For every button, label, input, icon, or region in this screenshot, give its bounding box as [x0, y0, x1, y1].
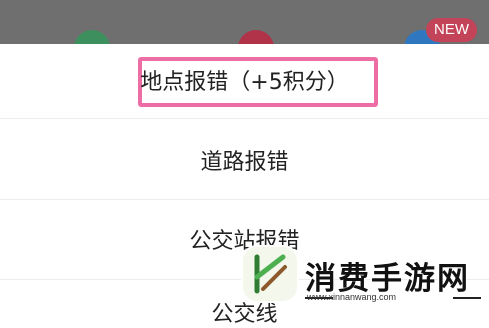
divider — [0, 118, 489, 119]
menu-item-road-error[interactable]: 道路报错 — [0, 144, 489, 176]
watermark-url: www.xinnanwang.com — [307, 292, 397, 302]
divider — [0, 199, 489, 200]
watermark-rule — [453, 297, 481, 299]
watermark-logo — [243, 247, 297, 301]
dimmed-background: NEW — [0, 0, 489, 44]
watermark: 消费手游网 www.xinnanwang.com — [243, 247, 489, 311]
menu-item-place-error[interactable]: 地点报错（+5积分） — [0, 64, 489, 96]
green-app-icon — [74, 30, 110, 44]
new-badge: NEW — [426, 18, 477, 42]
red-app-icon — [238, 30, 274, 44]
